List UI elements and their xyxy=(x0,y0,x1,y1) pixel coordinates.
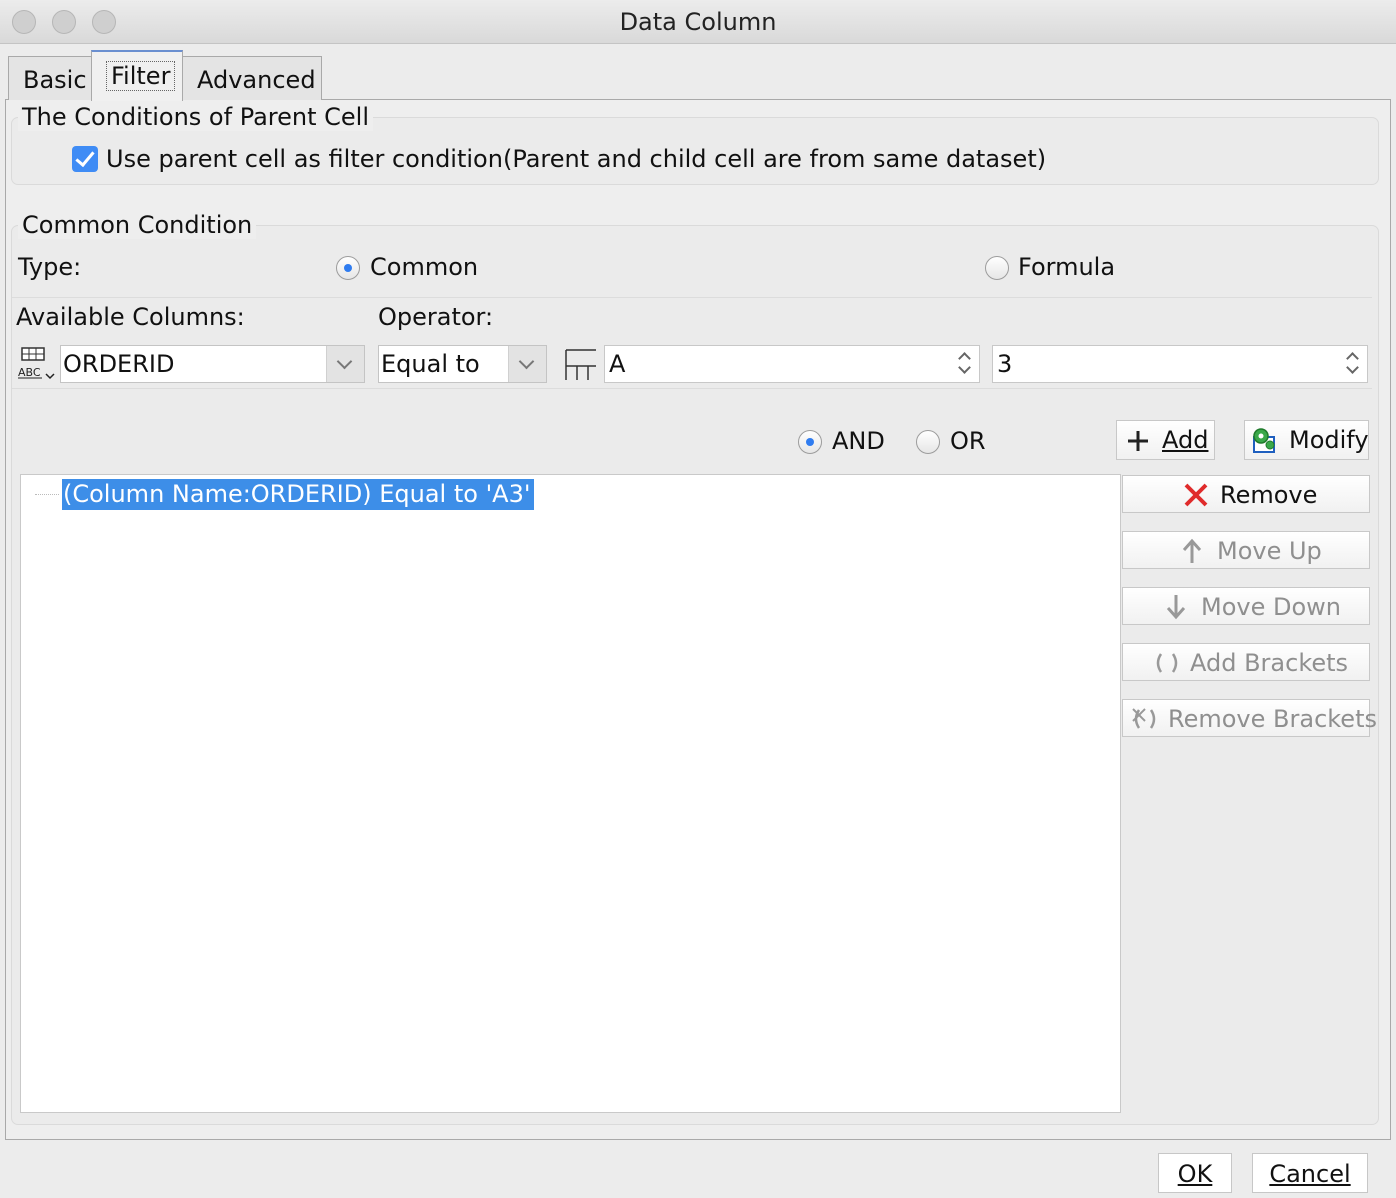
chevron-down-icon[interactable] xyxy=(326,346,364,382)
remove-button-label: Remove xyxy=(1220,481,1318,509)
value-spinner-1-text: A xyxy=(609,350,626,378)
tab-advanced-label: Advanced xyxy=(197,66,316,94)
tab-advanced[interactable]: Advanced xyxy=(182,56,322,100)
remove-brackets-button-label: Remove Brackets xyxy=(1168,705,1377,733)
available-columns-value: ORDERID xyxy=(63,350,175,378)
available-columns-label: Available Columns: xyxy=(16,303,245,331)
operator-value: Equal to xyxy=(381,350,480,378)
title-bar: Data Column xyxy=(0,0,1396,44)
divider xyxy=(12,388,1372,389)
parent-cell-group-title: The Conditions of Parent Cell xyxy=(18,103,374,131)
spinner-arrows-icon[interactable] xyxy=(1341,346,1367,382)
type-label: Type: xyxy=(18,253,82,281)
window-title: Data Column xyxy=(619,8,777,36)
brackets-icon xyxy=(1156,653,1178,673)
logic-and-radio[interactable] xyxy=(798,430,822,454)
type-common-label: Common xyxy=(370,253,479,281)
move-down-button-label: Move Down xyxy=(1201,593,1341,621)
move-down-button[interactable]: Move Down xyxy=(1122,587,1370,625)
modify-gear-icon xyxy=(1253,428,1275,453)
column-type-icon[interactable]: ABC xyxy=(16,346,56,382)
ok-button-label: OK xyxy=(1177,1160,1213,1188)
move-up-button[interactable]: Move Up xyxy=(1122,531,1370,569)
conditions-list[interactable]: (Column Name:ORDERID) Equal to 'A3' xyxy=(20,474,1121,1113)
chevron-down-icon[interactable] xyxy=(508,346,546,382)
modify-button-label: Modify xyxy=(1289,426,1369,454)
arrow-down-icon xyxy=(1166,595,1186,620)
modify-button[interactable]: Modify xyxy=(1244,420,1369,460)
operator-label: Operator: xyxy=(378,303,494,331)
cancel-button-label: Cancel xyxy=(1269,1160,1351,1188)
arrow-up-icon xyxy=(1182,538,1202,563)
add-button[interactable]: Add xyxy=(1116,420,1215,460)
svg-text:ABC: ABC xyxy=(18,366,41,379)
remove-button[interactable]: Remove xyxy=(1122,475,1370,513)
add-brackets-button[interactable]: Add Brackets xyxy=(1122,643,1370,681)
tab-basic-label: Basic xyxy=(23,66,87,94)
type-formula-radio[interactable] xyxy=(985,256,1009,280)
add-button-label: Add xyxy=(1162,426,1209,454)
value-spinner-2-text: 3 xyxy=(997,350,1013,378)
use-parent-cell-checkbox[interactable] xyxy=(72,146,98,172)
operator-combo[interactable]: Equal to xyxy=(378,345,547,383)
logic-or-label: OR xyxy=(950,427,986,455)
logic-and-label: AND xyxy=(832,427,885,455)
use-parent-cell-label: Use parent cell as filter condition(Pare… xyxy=(106,145,1047,173)
tab-basic[interactable]: Basic xyxy=(8,56,94,100)
condition-row-selected[interactable]: (Column Name:ORDERID) Equal to 'A3' xyxy=(62,479,535,510)
tab-filter[interactable]: Filter xyxy=(91,50,183,101)
common-condition-group-title: Common Condition xyxy=(18,211,257,239)
tab-filter-label: Filter xyxy=(106,61,176,91)
available-columns-combo[interactable]: ORDERID xyxy=(60,345,365,383)
type-common-radio[interactable] xyxy=(336,256,360,280)
plus-icon xyxy=(1128,431,1148,451)
type-formula-label: Formula xyxy=(1018,253,1116,281)
tree-connector xyxy=(35,494,59,495)
remove-brackets-icon xyxy=(1132,708,1156,729)
value-spinner-2[interactable]: 3 xyxy=(992,345,1368,383)
remove-brackets-button[interactable]: Remove Brackets xyxy=(1122,699,1377,737)
value-spinner-1[interactable]: A xyxy=(604,345,980,383)
remove-x-icon xyxy=(1184,483,1208,507)
cell-grid-icon[interactable] xyxy=(562,346,600,382)
add-brackets-button-label: Add Brackets xyxy=(1190,649,1349,677)
spinner-arrows-icon[interactable] xyxy=(953,346,979,382)
logic-or-radio[interactable] xyxy=(916,430,940,454)
divider xyxy=(12,297,1372,298)
move-up-button-label: Move Up xyxy=(1217,537,1322,565)
ok-button[interactable]: OK xyxy=(1158,1153,1232,1193)
cancel-button[interactable]: Cancel xyxy=(1252,1153,1368,1193)
